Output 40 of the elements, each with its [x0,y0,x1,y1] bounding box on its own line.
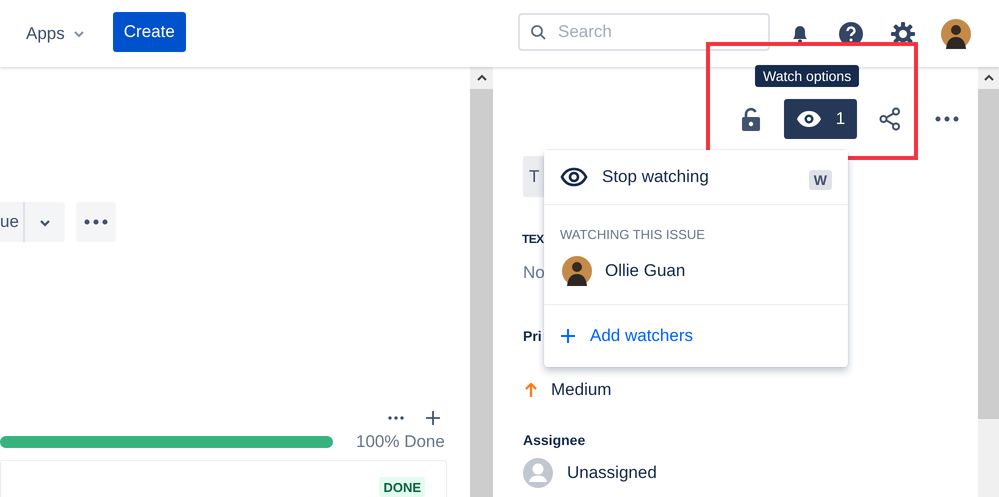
more-icon[interactable] [388,416,404,420]
field-label: TEX [522,232,544,246]
user-avatar[interactable] [941,18,971,48]
chevron-up-icon [982,74,994,82]
search-field[interactable]: Search [518,13,770,51]
add-watchers-item[interactable]: Add watchers [544,305,848,367]
status-lozenge: DONE [379,477,425,497]
more-icon [84,219,108,225]
child-issue-card[interactable]: DONE [0,460,447,497]
tooltip: Watch options [755,65,860,87]
share-icon[interactable] [878,107,902,131]
watcher-name: Ollie Guan [605,261,686,281]
chevron-up-icon [476,74,488,82]
chevron-down-icon [38,218,51,226]
user-avatar [562,256,592,286]
chevron-down-icon [72,30,85,38]
apps-menu[interactable]: Apps [26,24,85,44]
section-title: WATCHING THIS ISSUE [560,227,706,242]
assignee-value: Unassigned [567,463,657,483]
user-avatar [523,458,553,488]
issue-type-button[interactable]: T [523,156,545,197]
priority-value: Medium [551,380,612,400]
scrollbar-thumb[interactable] [978,89,999,419]
eye-icon [560,167,588,187]
add-icon [560,328,576,344]
more-button[interactable] [76,202,116,242]
field-label: Pri [523,328,542,344]
keyboard-shortcut: W [808,170,832,190]
scrollbar-thumb[interactable] [470,89,493,497]
watch-button[interactable]: 1 [784,99,857,139]
eye-icon [796,110,822,128]
field-value: No [523,263,545,283]
add-icon[interactable] [425,410,441,426]
more-icon[interactable] [935,116,959,122]
progress-label: 100% Done [356,432,445,452]
arrow-up-icon [525,382,537,398]
unlocked-padlock-icon[interactable] [741,107,761,131]
search-icon [530,24,546,40]
field-label: Assignee [523,432,586,448]
create-button[interactable]: Create [112,12,186,52]
